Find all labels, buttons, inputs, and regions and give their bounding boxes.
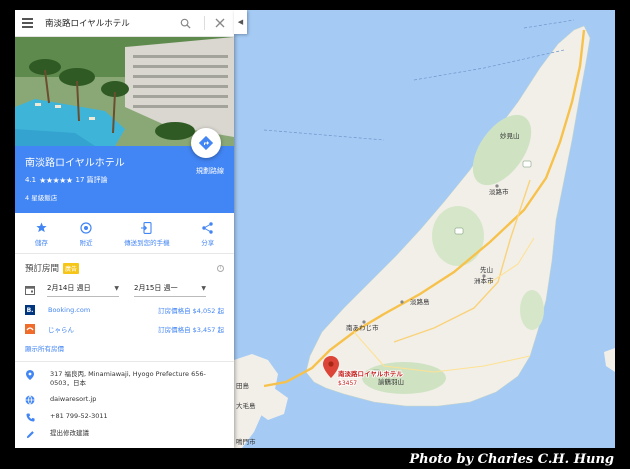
place-panel: 南淡路ロイヤルホテル 南淡路ロイヤルホテル 4.1 ★★★★★ 17 篇評論 4… [15, 10, 234, 448]
website-link[interactable]: daiwaresort.jp [50, 395, 96, 404]
map-label-awaji-island: 淡路島 [410, 297, 430, 306]
phone-row[interactable]: +81 799-52-3011 [25, 412, 224, 422]
hotel-class: 4 星級飯店 [25, 194, 58, 202]
map-label-senzan: 先山 [480, 265, 493, 274]
place-header: 南淡路ロイヤルホテル 4.1 ★★★★★ 17 篇評論 4 星級飯店 規劃路線 [15, 128, 234, 213]
checkin-select[interactable]: 2月14日 週日 ▼ [47, 283, 119, 297]
marker-price: $3457 [338, 380, 357, 387]
action-bar: 儲存 附近 傳送到您的手機 分享 [15, 213, 234, 254]
map-label-sumoto-city: 洲本市 [474, 276, 494, 285]
phone-number[interactable]: +81 799-52-3011 [50, 412, 108, 421]
phone-icon [25, 412, 35, 422]
booking-header: 預訂房間 廣告 i [25, 262, 224, 274]
rating-row: 4.1 ★★★★★ 17 篇評論 [25, 175, 224, 185]
address-text: 317 福良丙, Minamiawaji, Hyogo Prefecture 6… [50, 370, 206, 387]
search-bar: 南淡路ロイヤルホテル [15, 10, 234, 37]
menu-icon[interactable] [22, 18, 33, 28]
address-row[interactable]: 317 福良丙, Minamiawaji, Hyogo Prefecture 6… [25, 370, 224, 388]
nearby-label: 附近 [79, 239, 93, 247]
map-label-minami-awaji-city: 南あわじ市 [346, 323, 379, 332]
provider-row[interactable]: じゃらん 訂房價格自 $3,457 起 [25, 324, 224, 334]
booking-logo-icon: B. [25, 305, 35, 315]
map-label-naruto: 鳴門市 [236, 437, 256, 446]
map-label-myokenyama: 妙見山 [500, 131, 520, 140]
date-row: 2月14日 週日 ▼ 2月15日 週一 ▼ [25, 283, 224, 297]
share-icon [201, 221, 214, 234]
provider-price[interactable]: 訂房價格自 $4,052 起 [158, 305, 224, 315]
star-icon [35, 221, 48, 234]
checkout-select[interactable]: 2月15日 週一 ▼ [134, 283, 206, 297]
map-label-awaji-city: 淡路市 [489, 187, 509, 196]
place-title: 南淡路ロイヤルホテル [25, 158, 125, 169]
provider-name[interactable]: じゃらん [48, 324, 158, 334]
send-to-phone-label: 傳送到您的手機 [124, 239, 170, 247]
directions-icon [199, 136, 213, 150]
share-label: 分享 [201, 239, 215, 247]
directions-label[interactable]: 規劃路線 [196, 166, 224, 176]
calendar-icon [25, 286, 35, 295]
send-to-phone-icon [140, 221, 153, 234]
provider-price[interactable]: 訂房價格自 $3,457 起 [158, 324, 224, 334]
info-icon[interactable]: i [217, 264, 224, 272]
provider-name[interactable]: Booking.com [48, 306, 158, 314]
map-label-yuzuruha: 諭鶴羽山 [378, 377, 404, 386]
location-pin-icon [25, 370, 35, 380]
jalan-logo-icon [25, 324, 35, 334]
booking-section: 預訂房間 廣告 i 2月14日 週日 ▼ 2月15日 週一 ▼ B. Booki… [15, 254, 234, 353]
directions-button[interactable] [191, 128, 221, 158]
details-section: 317 福良丙, Minamiawaji, Hyogo Prefecture 6… [15, 361, 234, 439]
website-row[interactable]: daiwaresort.jp [25, 395, 224, 405]
nearby-icon [79, 221, 92, 234]
map-label-ohge: 大毛島 [236, 401, 256, 410]
collapse-panel-button[interactable]: ◀ [234, 10, 247, 34]
share-button[interactable]: 分享 [201, 221, 214, 247]
close-icon[interactable] [213, 16, 227, 30]
screenshot-frame: 淡路市 妙見山 先山 洲本市 淡路島 南あわじ市 諭鶴羽山 大毛島 鳴門市 田島… [15, 10, 615, 448]
show-all-prices-link[interactable]: 顯示所有房價 [25, 343, 224, 353]
pencil-icon [25, 429, 35, 439]
star-rating-icon: ★★★★★ [39, 175, 73, 185]
chevron-left-icon: ◀ [237, 18, 244, 26]
map-canvas[interactable]: 淡路市 妙見山 先山 洲本市 淡路島 南あわじ市 諭鶴羽山 大毛島 鳴門市 田島… [234, 10, 615, 448]
suggest-edit-row[interactable]: 提出修改建議 [25, 429, 224, 439]
map-label-tian: 田島 [236, 381, 250, 390]
review-count-link[interactable]: 17 篇評論 [76, 175, 108, 185]
search-input[interactable]: 南淡路ロイヤルホテル [45, 17, 178, 29]
save-button[interactable]: 儲存 [35, 221, 48, 247]
save-label: 儲存 [34, 239, 48, 247]
checkout-value: 2月15日 週一 [134, 284, 178, 292]
ad-badge: 廣告 [63, 262, 80, 274]
checkin-value: 2月14日 週日 [47, 284, 91, 292]
globe-icon [25, 395, 35, 405]
chevron-down-icon: ▼ [114, 284, 119, 292]
photo-credit-watermark: Photo by Charles C.H. Hung [409, 452, 614, 467]
marker-title: 南淡路ロイヤルホテル [338, 369, 403, 378]
send-to-phone-button[interactable]: 傳送到您的手機 [124, 221, 170, 247]
rating-value: 4.1 [25, 176, 37, 184]
search-icon[interactable] [178, 16, 192, 30]
search-divider [204, 16, 205, 30]
nearby-button[interactable]: 附近 [79, 221, 92, 247]
booking-title: 預訂房間 [25, 264, 60, 274]
chevron-down-icon: ▼ [201, 284, 206, 292]
provider-row[interactable]: B. Booking.com 訂房價格自 $4,052 起 [25, 305, 224, 315]
suggest-edit-link[interactable]: 提出修改建議 [50, 429, 89, 438]
